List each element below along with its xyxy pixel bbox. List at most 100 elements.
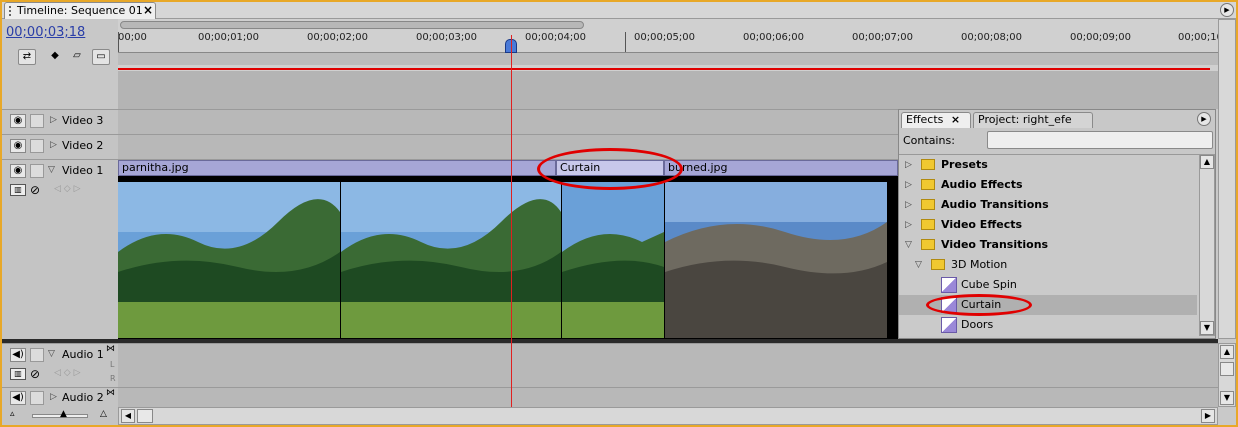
collapse-icon[interactable]: ▽ xyxy=(48,349,55,359)
tab-label: Project: right_efe xyxy=(978,113,1072,126)
clip-parnitha[interactable]: parnitha.jpg xyxy=(118,160,556,176)
tree-label: 3D Motion xyxy=(951,258,1008,271)
lock-toggle[interactable] xyxy=(30,164,44,178)
audio-tracks-scrollbar[interactable]: ▲ ▼ xyxy=(1218,343,1236,407)
scroll-up-icon[interactable]: ▲ xyxy=(1220,345,1234,359)
lock-toggle[interactable] xyxy=(30,114,44,128)
scroll-thumb[interactable] xyxy=(1220,362,1234,376)
eye-icon[interactable]: ◉ xyxy=(10,164,26,178)
expand-icon[interactable]: ▷ xyxy=(50,140,57,150)
close-icon[interactable]: × xyxy=(951,113,960,126)
tab-project[interactable]: Project: right_efe xyxy=(973,112,1093,128)
clip-thumbnail xyxy=(118,182,340,338)
collapse-icon[interactable]: ▽ xyxy=(915,255,922,275)
current-timecode[interactable]: 00;00;03;18 xyxy=(6,25,85,40)
marker-icon[interactable]: ◆ xyxy=(46,49,64,65)
expand-icon[interactable]: ▷ xyxy=(905,195,912,215)
expand-icon[interactable]: ▷ xyxy=(905,175,912,195)
scroll-right-icon[interactable]: ▶ xyxy=(1201,409,1215,423)
snap-icon[interactable]: ⇄ xyxy=(18,49,36,65)
ruler-tick xyxy=(625,32,626,52)
playhead-line xyxy=(511,35,512,407)
tree-item-doors[interactable]: Doors xyxy=(899,315,1197,335)
track-name: Audio 1 xyxy=(62,348,104,361)
speaker-icon[interactable]: ◀) xyxy=(10,391,26,405)
track-video2[interactable] xyxy=(118,134,898,159)
collapse-icon[interactable]: ▽ xyxy=(48,165,55,175)
keyframe-nav-icon[interactable]: ◁ ◇ ▷ xyxy=(54,184,81,194)
tree-label: Video Transitions xyxy=(941,238,1049,251)
right-channel-label: R xyxy=(110,374,116,383)
zoom-scrollbar[interactable] xyxy=(120,21,584,29)
track-video3[interactable] xyxy=(118,109,898,134)
lock-toggle[interactable] xyxy=(30,348,44,362)
tree-item-video-effects[interactable]: ▷ Video Effects xyxy=(899,215,1197,235)
scroll-left-icon[interactable]: ◀ xyxy=(121,409,135,423)
clip-thumbnail xyxy=(341,182,561,338)
tree-item-audio-effects[interactable]: ▷ Audio Effects xyxy=(899,175,1197,195)
tab-label: Effects xyxy=(906,113,944,126)
tree-item-audio-transitions[interactable]: ▷ Audio Transitions xyxy=(899,195,1197,215)
scroll-down-icon[interactable]: ▼ xyxy=(1220,391,1234,405)
expand-icon[interactable]: ▷ xyxy=(905,155,912,175)
presets-folder-icon xyxy=(921,159,935,170)
panel-menu-button[interactable]: ▶ xyxy=(1220,3,1234,17)
effects-scrollbar[interactable]: ▲ ▼ xyxy=(1199,154,1215,336)
track-name: Video 1 xyxy=(62,164,104,177)
expand-icon[interactable]: ▷ xyxy=(905,215,912,235)
ruler-tick-label: 00;00;07;00 xyxy=(852,32,914,43)
tree-item-cube-spin[interactable]: Cube Spin xyxy=(899,275,1197,295)
expand-icon[interactable]: ▷ xyxy=(50,392,57,402)
folder-icon xyxy=(921,199,935,210)
scroll-thumb[interactable] xyxy=(137,409,153,423)
display-style-icon[interactable]: ▥ xyxy=(10,184,26,196)
grip-icon[interactable] xyxy=(9,6,13,16)
clip-thumbnail xyxy=(562,182,664,338)
track-name: Video 3 xyxy=(62,114,104,127)
tree-item-video-transitions[interactable]: ▽ Video Transitions xyxy=(899,235,1197,255)
track-video1[interactable]: parnitha.jpg Curtain burned.jpg xyxy=(118,159,898,339)
set-marker-icon[interactable]: ▱ xyxy=(68,49,86,65)
tree-item-3d-motion[interactable]: ▽ 3D Motion xyxy=(899,255,1197,275)
keyframe-toggle-icon[interactable]: ⊘ xyxy=(30,367,40,381)
time-ruler[interactable]: 00;00 00;00;01;00 00;00;02;00 00;00;03;0… xyxy=(118,19,1223,71)
stereo-icon: ⋈ xyxy=(106,344,115,354)
lock-toggle[interactable] xyxy=(30,139,44,153)
panel-menu-button[interactable]: ▶ xyxy=(1197,112,1211,126)
display-style-icon[interactable]: ▥ xyxy=(10,368,26,380)
track-header-video3: ◉ ▷ Video 3 xyxy=(2,109,118,134)
tab-timeline-sequence[interactable]: Timeline: Sequence 01 × xyxy=(4,2,156,19)
tree-label: Video Effects xyxy=(941,218,1023,231)
folder-icon xyxy=(921,239,935,250)
lock-toggle[interactable] xyxy=(30,391,44,405)
scroll-up-icon[interactable]: ▲ xyxy=(1200,155,1214,169)
track-audio2[interactable] xyxy=(118,387,1218,407)
eye-icon[interactable]: ◉ xyxy=(10,139,26,153)
keyframe-nav-icon[interactable]: ◁ ◇ ▷ xyxy=(54,368,81,378)
zoom-in-icon[interactable]: △ xyxy=(100,409,107,419)
keyframe-toggle-icon[interactable]: ⊘ xyxy=(30,183,40,197)
eye-icon[interactable]: ◉ xyxy=(10,114,26,128)
video-tracks-scrollbar[interactable] xyxy=(1218,19,1236,339)
work-area-bar[interactable] xyxy=(118,68,1210,70)
zoom-out-icon[interactable]: ▵ xyxy=(10,409,15,419)
speaker-icon[interactable]: ◀) xyxy=(10,348,26,362)
collapse-icon[interactable]: ▽ xyxy=(905,235,912,255)
stereo-icon: ⋈ xyxy=(106,388,115,398)
track-audio1[interactable] xyxy=(118,343,1218,387)
folder-icon xyxy=(931,259,945,270)
tab-effects[interactable]: Effects × xyxy=(901,112,971,128)
tree-item-presets[interactable]: ▷ Presets xyxy=(899,155,1197,175)
zoom-slider-thumb-icon[interactable]: ▲ xyxy=(60,409,67,419)
scroll-down-icon[interactable]: ▼ xyxy=(1200,321,1214,335)
contains-input[interactable] xyxy=(987,131,1213,149)
clip-burned[interactable]: burned.jpg xyxy=(664,160,898,176)
set-encore-marker-icon[interactable]: ▭ xyxy=(92,49,110,65)
ruler-track[interactable] xyxy=(118,52,1218,65)
horizontal-scrollbar[interactable]: ◀ ▶ xyxy=(118,407,1218,425)
track-header-video2: ◉ ▷ Video 2 xyxy=(2,134,118,159)
ruler-tick-label: 00;00;04;00 xyxy=(525,32,587,43)
close-icon[interactable]: × xyxy=(143,3,153,17)
annotation-oval-timeline xyxy=(537,148,683,190)
expand-icon[interactable]: ▷ xyxy=(50,115,57,125)
